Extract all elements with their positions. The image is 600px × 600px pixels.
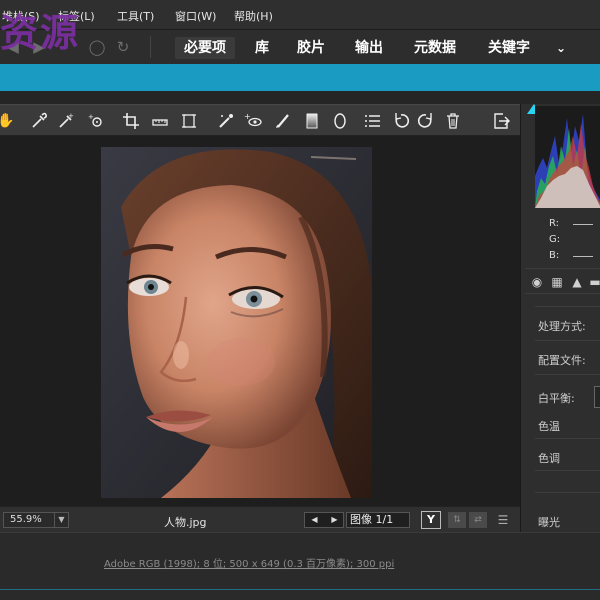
settings-sliders-icon[interactable]: ☰ [494, 512, 512, 528]
exposure-label: 曝光 [538, 516, 560, 529]
divider [535, 340, 600, 341]
file-name: 人物.jpg [164, 516, 207, 529]
radial-filter-icon[interactable] [330, 111, 350, 131]
prev-image-icon[interactable]: ◀ [305, 513, 324, 527]
divider [535, 374, 600, 375]
transform-icon[interactable] [179, 111, 199, 131]
tone-curve-icon[interactable]: ▦ [549, 274, 565, 290]
svg-text:+: + [88, 113, 94, 121]
histogram [535, 106, 600, 208]
spot-removal-icon[interactable] [216, 111, 236, 131]
white-balance-select[interactable] [594, 386, 600, 408]
workflow-options-link[interactable]: Adobe RGB (1998); 8 位; 500 x 649 (0.3 百万… [104, 555, 394, 570]
rotate-left-icon[interactable] [391, 111, 411, 131]
temperature-label: 色温 [538, 420, 560, 433]
profile-label: 配置文件: [538, 354, 586, 367]
accent-band [0, 64, 600, 91]
chevron-down-icon[interactable]: ⌄ [552, 37, 570, 59]
divider [535, 306, 600, 307]
red-eye-icon[interactable]: + [243, 111, 263, 131]
swap-icon[interactable]: ⇅ [448, 512, 466, 528]
color-sampler-icon[interactable]: + [56, 111, 76, 131]
open-image-icon[interactable] [491, 111, 511, 131]
menu-window[interactable]: 窗口(W) [175, 8, 216, 24]
portrait-image[interactable] [101, 147, 372, 498]
tab-library[interactable]: 库 [250, 37, 274, 59]
copy-settings-icon[interactable]: ⇄ [469, 512, 487, 528]
panel-tabs: ◉ ▦ ▲ ▬ [525, 268, 600, 294]
hand-icon[interactable]: ✋ [0, 111, 16, 131]
rotate-right-icon[interactable] [416, 111, 436, 131]
divider [150, 36, 151, 58]
before-after-button[interactable]: Y [421, 511, 441, 529]
rgb-readout-g: G: [549, 234, 560, 245]
basic-panel-icon[interactable]: ◉ [529, 274, 545, 290]
rgb-readout-b: B: [549, 250, 593, 261]
graduated-filter-icon[interactable] [302, 111, 322, 131]
b-label: B: [549, 250, 560, 261]
menu-help[interactable]: 帮助(H) [234, 8, 273, 24]
g-label: G: [549, 234, 561, 245]
eyedropper-icon[interactable] [29, 111, 49, 131]
page-indicator: 图像 1/1 [346, 512, 410, 528]
trash-icon[interactable] [443, 111, 463, 131]
r-label: R: [549, 218, 560, 229]
tab-filmstrip[interactable]: 胶片 [294, 37, 328, 59]
adjustments-panel: R: G: B: ◉ ▦ ▲ ▬ 处理方式: 配置文件: 白平衡: 色温 色调 … [520, 104, 600, 532]
divider [520, 91, 600, 104]
watermark-logo: 资源 [0, 10, 81, 55]
chevron-down-icon[interactable]: ▼ [54, 513, 68, 527]
zoom-select[interactable]: 55.9% ▼ [3, 512, 69, 528]
menu-tools[interactable]: 工具(T) [117, 8, 154, 24]
brush-icon[interactable] [273, 111, 293, 131]
tint-slider[interactable] [535, 470, 600, 471]
workflow-options-bar: Adobe RGB (1998); 8 位; 500 x 649 (0.3 百万… [0, 532, 600, 600]
menu-bar: 堆栈(S) 标签(L) 工具(T) 窗口(W) 帮助(H) [0, 0, 600, 30]
status-bar: 55.9% ▼ 人物.jpg ◀ ▶ 图像 1/1 Y ⇅ ⇄ ☰ [0, 506, 520, 532]
rgb-readout-r: R: [549, 218, 593, 229]
temperature-slider[interactable] [535, 438, 600, 439]
divider [0, 91, 520, 104]
next-image-icon[interactable]: ▶ [325, 513, 344, 527]
svg-text:+: + [244, 112, 251, 121]
target-adjust-icon[interactable]: + [86, 111, 106, 131]
list-icon[interactable] [363, 111, 383, 131]
return-icon[interactable]: ◯ [88, 38, 106, 56]
tint-label: 色调 [538, 452, 560, 465]
svg-text:+: + [68, 112, 74, 120]
hsl-icon[interactable]: ▬ [587, 274, 600, 290]
tab-output[interactable]: 输出 [352, 37, 386, 59]
detail-icon[interactable]: ▲ [569, 274, 585, 290]
crop-icon[interactable] [121, 111, 141, 131]
white-balance-label: 白平衡: [538, 392, 575, 405]
divider [535, 492, 600, 493]
workspace-bar: ◀ ▶ ◯ ↻ 必要项 库 胶片 输出 元数据 关键字 ⌄ [0, 30, 600, 64]
image-navigator: ◀ ▶ [304, 512, 344, 528]
tab-essentials[interactable]: 必要项 [175, 37, 235, 59]
zoom-value: 55.9% [10, 514, 42, 525]
straighten-icon[interactable] [150, 111, 170, 131]
tool-strip: ✋ + + + [0, 104, 520, 136]
tab-keywords[interactable]: 关键字 [484, 37, 534, 59]
image-canvas[interactable] [0, 136, 520, 506]
tab-metadata[interactable]: 元数据 [410, 37, 460, 59]
refresh-icon[interactable]: ↻ [114, 38, 132, 56]
process-label: 处理方式: [538, 320, 586, 333]
divider [0, 589, 600, 590]
